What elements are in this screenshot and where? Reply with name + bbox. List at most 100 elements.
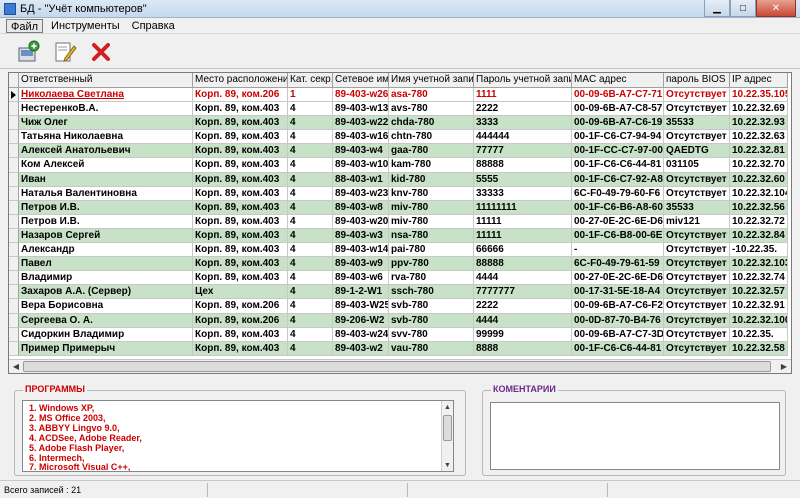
table-cell[interactable]: Отсутствует xyxy=(664,341,730,356)
table-cell[interactable]: 4 xyxy=(288,186,333,201)
table-cell[interactable]: 00-1F-C6-C6-44-81 xyxy=(572,341,664,356)
table-cell[interactable]: Корп. 89, ком.403 xyxy=(193,116,288,131)
table-cell[interactable]: - xyxy=(572,243,664,258)
table-cell[interactable]: 00-1F-C6-B8-00-6E xyxy=(572,228,664,244)
table-cell[interactable]: Вера Борисовна xyxy=(19,299,193,314)
table-cell[interactable]: 4 xyxy=(288,243,333,258)
table-cell[interactable]: 10.22.32.103 xyxy=(730,257,788,272)
table-cell[interactable]: 77777 xyxy=(474,144,572,159)
table-cell[interactable]: 4 xyxy=(288,144,333,159)
table-cell[interactable]: 89-403-w3 xyxy=(333,228,389,244)
table-cell[interactable]: svv-780 xyxy=(389,327,474,342)
table-cell[interactable]: 99999 xyxy=(474,327,572,342)
table-cell[interactable]: Корп. 89, ком.403 xyxy=(193,144,288,159)
table-cell[interactable]: 00-1F-CC-C7-97-00 xyxy=(572,144,664,159)
table-cell[interactable]: Назаров Сергей xyxy=(19,228,193,244)
table-cell[interactable]: 89-403-w14 xyxy=(333,243,389,258)
table-cell[interactable]: 10.22.32.91 xyxy=(730,299,788,314)
table-cell[interactable]: 89-206-W2 xyxy=(333,313,389,328)
table-cell[interactable]: Отсутствует xyxy=(664,102,730,117)
table-cell[interactable]: 66666 xyxy=(474,243,572,258)
table-cell[interactable]: 10.22.32.72 xyxy=(730,214,788,229)
table-cell[interactable]: miv-780 xyxy=(389,214,474,229)
table-cell[interactable]: Отсутствует xyxy=(664,88,730,103)
table-cell[interactable]: 88-403-w1 xyxy=(333,172,389,187)
table-cell[interactable]: Наталья Валентиновна xyxy=(19,186,193,201)
table-cell[interactable]: 89-403-w24 xyxy=(333,327,389,342)
table-cell[interactable]: 10.22.32.58 xyxy=(730,341,788,356)
table-cell[interactable]: 89-403-w26 xyxy=(333,88,389,103)
table-cell[interactable]: chtn-780 xyxy=(389,130,474,145)
table-cell[interactable]: 10.22.35.105 xyxy=(730,88,788,103)
table-cell[interactable]: 10.22.32.104 xyxy=(730,186,788,201)
table-cell[interactable]: Цех xyxy=(193,285,288,300)
table-cell[interactable]: Петров И.В. xyxy=(19,214,193,229)
column-header[interactable]: пароль BIOS xyxy=(664,73,730,88)
row-marker[interactable] xyxy=(9,116,19,131)
table-cell[interactable]: 4 xyxy=(288,172,333,187)
table-cell[interactable]: knv-780 xyxy=(389,186,474,201)
table-cell[interactable]: 7777777 xyxy=(474,285,572,300)
computers-table[interactable]: Ответственный Место расположения Кат. секр… xyxy=(8,72,792,374)
table-cell[interactable]: Иван xyxy=(19,172,193,187)
table-cell[interactable]: Николаева Светлана xyxy=(19,88,193,103)
table-cell[interactable]: 10.22.32.63 xyxy=(730,130,788,145)
table-cell[interactable]: 4 xyxy=(288,102,333,117)
table-cell[interactable]: asa-780 xyxy=(389,88,474,103)
column-header[interactable]: Место расположения xyxy=(193,73,288,88)
table-cell[interactable]: Корп. 89, ком.403 xyxy=(193,102,288,117)
programs-scroll-thumb[interactable] xyxy=(443,415,452,441)
table-cell[interactable]: 89-1-2-W1 xyxy=(333,285,389,300)
table-cell[interactable]: Отсутствует xyxy=(664,271,730,286)
table-cell[interactable]: Корп. 89, ком.206 xyxy=(193,299,288,314)
table-cell[interactable]: 89-403-W25 xyxy=(333,299,389,314)
row-marker[interactable] xyxy=(9,327,19,342)
row-marker[interactable] xyxy=(9,88,19,103)
table-cell[interactable]: miv-780 xyxy=(389,200,474,215)
scroll-right-icon[interactable]: ▶ xyxy=(777,360,791,373)
table-cell[interactable]: 1111 xyxy=(474,88,572,103)
table-cell[interactable]: miv121 xyxy=(664,214,730,229)
column-header[interactable]: Кат. секр. xyxy=(288,73,333,88)
table-cell[interactable]: Отсутствует xyxy=(664,186,730,201)
table-cell[interactable]: 35533 xyxy=(664,200,730,215)
table-cell[interactable]: Сергеева О. А. xyxy=(19,313,193,328)
table-row[interactable]: Наталья Валентиновна Корп. 89, ком.403 4 89… xyxy=(9,186,788,201)
table-cell[interactable]: Отсутствует xyxy=(664,228,730,244)
table-cell[interactable]: QAEDTG xyxy=(664,144,730,159)
table-cell[interactable]: Отсутствует xyxy=(664,257,730,272)
table-cell[interactable]: Корп. 89, ком.206 xyxy=(193,88,288,103)
table-cell[interactable]: 89-403-w22 xyxy=(333,116,389,131)
table-cell[interactable]: 10.22.32.100 xyxy=(730,313,788,328)
row-marker[interactable] xyxy=(9,341,19,356)
table-cell[interactable]: 00-1F-C6-C6-44-81 xyxy=(572,158,664,173)
table-cell[interactable]: 444444 xyxy=(474,130,572,145)
table-cell[interactable]: 00-09-6B-A7-C7-3D xyxy=(572,327,664,342)
row-marker[interactable] xyxy=(9,186,19,201)
table-cell[interactable]: Корп. 89, ком.403 xyxy=(193,130,288,145)
row-marker[interactable] xyxy=(9,158,19,173)
column-header[interactable]: IP адрес xyxy=(730,73,788,88)
table-row[interactable]: Петров И.В. Корп. 89, ком.403 4 89-403-w20 m… xyxy=(9,214,788,229)
row-marker[interactable] xyxy=(9,313,19,328)
edit-record-button[interactable] xyxy=(52,39,78,65)
column-header[interactable]: MAC адрес xyxy=(572,73,664,88)
table-cell[interactable]: 031105 xyxy=(664,158,730,173)
add-record-button[interactable] xyxy=(16,39,42,65)
table-cell[interactable]: Ком Алексей xyxy=(19,158,193,173)
table-cell[interactable]: 88888 xyxy=(474,257,572,272)
horizontal-scrollbar[interactable]: ◀ ▶ xyxy=(9,359,791,373)
table-cell[interactable]: 10.22.32.74 xyxy=(730,271,788,286)
table-cell[interactable]: vau-780 xyxy=(389,341,474,356)
table-cell[interactable]: 10.22.32.60 xyxy=(730,172,788,187)
table-row[interactable]: Алексей Анатольевич Корп. 89, ком.403 4 89-… xyxy=(9,144,788,159)
table-cell[interactable]: Отсутствует xyxy=(664,285,730,300)
table-cell[interactable]: 10.22.32.84 xyxy=(730,228,788,244)
row-marker[interactable] xyxy=(9,271,19,286)
table-cell[interactable]: Сидоркин Владимир xyxy=(19,327,193,342)
table-cell[interactable]: 1 xyxy=(288,88,333,103)
table-cell[interactable]: 00-09-6B-A7-C7-71 xyxy=(572,88,664,103)
table-cell[interactable]: 89-403-w20 xyxy=(333,214,389,229)
table-cell[interactable]: Чиж Олег xyxy=(19,116,193,131)
table-cell[interactable]: 2222 xyxy=(474,102,572,117)
